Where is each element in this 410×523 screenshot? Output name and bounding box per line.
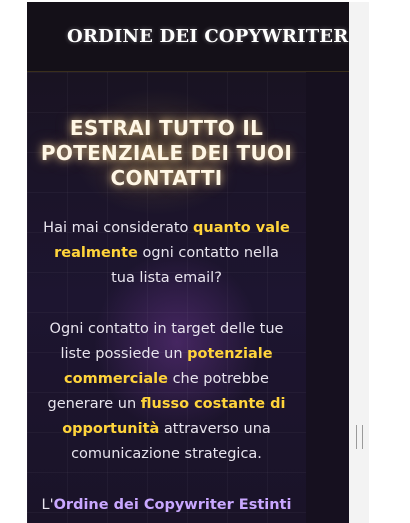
browser-frame: ORDINE DEI COPYWRITER ESTINTI ESTRAI TUT… xyxy=(0,0,410,523)
hero-title-line: ESTRAI TUTTO IL xyxy=(69,116,264,140)
hero-title-line: CONTATTI xyxy=(110,166,223,190)
hero-title-line: POTENZIALE DEI TUOI xyxy=(40,141,293,165)
hero-paragraph-ordine: L'Ordine dei Copywriter Estinti xyxy=(41,493,292,518)
text: L' xyxy=(41,497,54,513)
page-viewport: ORDINE DEI COPYWRITER ESTINTI ESTRAI TUT… xyxy=(27,2,349,523)
text: Hai mai considerato xyxy=(43,220,194,236)
hero-paragraph-value: Ogni contatto in target delle tue liste … xyxy=(41,317,292,467)
resize-grip[interactable] xyxy=(356,425,363,449)
site-header: ORDINE DEI COPYWRITER ESTINTI xyxy=(27,2,349,72)
hero-paragraph-intro: Hai mai considerato quanto vale realment… xyxy=(41,216,292,291)
highlight-link[interactable]: Ordine dei Copywriter Estinti xyxy=(54,497,292,513)
site-brand[interactable]: ORDINE DEI COPYWRITER ESTINTI xyxy=(67,26,349,47)
hero-section: ESTRAI TUTTO IL POTENZIALE DEI TUOI CONT… xyxy=(27,72,306,523)
hero-title: ESTRAI TUTTO IL POTENZIALE DEI TUOI CONT… xyxy=(27,116,306,191)
